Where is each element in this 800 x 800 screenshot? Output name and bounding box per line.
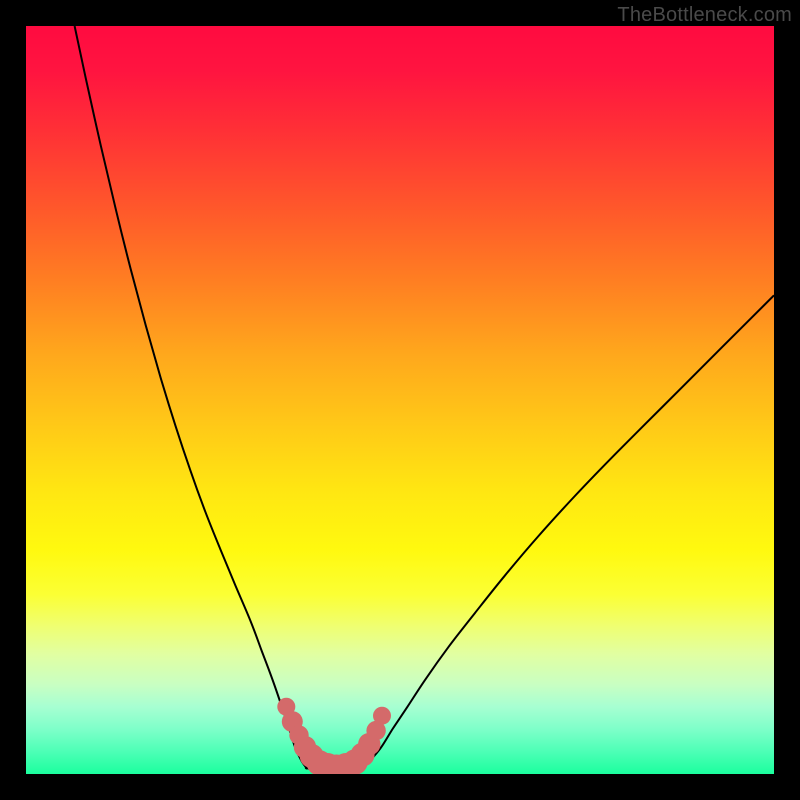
marker-point	[373, 707, 391, 725]
bottleneck-curve	[75, 26, 774, 772]
chart-frame: TheBottleneck.com	[0, 0, 800, 800]
curve-layer	[26, 26, 774, 774]
marker-group	[277, 698, 391, 774]
plot-area	[26, 26, 774, 774]
watermark-text: TheBottleneck.com	[617, 4, 792, 27]
